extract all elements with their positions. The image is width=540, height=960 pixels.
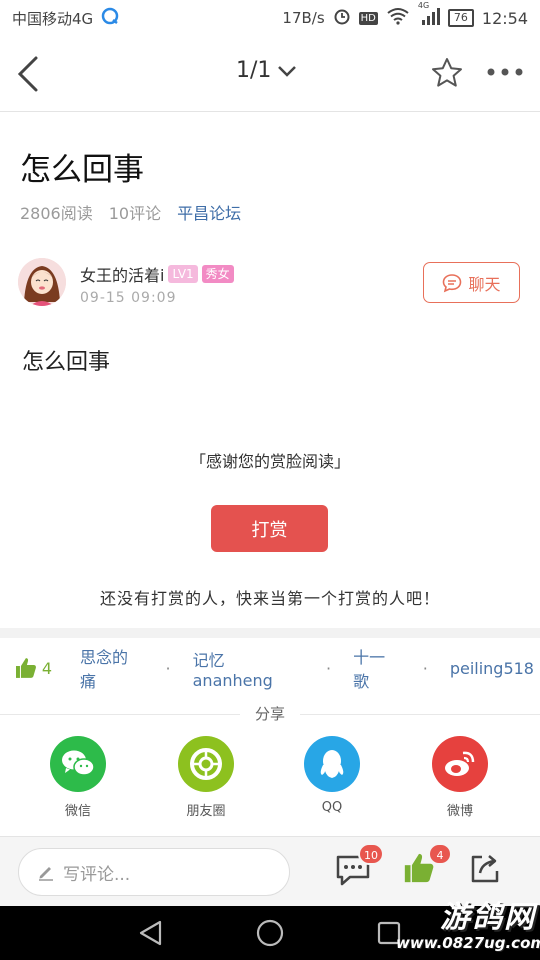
chevron-left-icon xyxy=(17,56,38,92)
circle-home-icon xyxy=(256,919,284,947)
clock: 12:54 xyxy=(481,8,528,28)
network-speed: 17B/s xyxy=(282,9,325,27)
wifi-icon xyxy=(386,7,410,29)
watermark-logo: 游鸽网 www.0827ug.com xyxy=(396,900,540,960)
share-label: 分享 xyxy=(240,703,300,724)
page-indicator: 1/1 xyxy=(236,58,272,83)
separator-dot: · xyxy=(165,658,171,678)
battery-indicator: 76 xyxy=(447,9,474,27)
separator-dot: · xyxy=(422,658,428,678)
like-button[interactable]: 4 xyxy=(402,843,452,891)
status-bar: 中国移动4G 17B/s HD 4G 76 12:54 xyxy=(0,0,540,36)
watermark-url: www.0827ug.com xyxy=(396,934,540,952)
share-moments-label: 朋友圈 xyxy=(186,804,226,819)
avatar[interactable] xyxy=(18,258,66,306)
chat-label: 聊天 xyxy=(468,274,501,294)
like-count-badge: 4 xyxy=(428,843,452,865)
comment-count-badge: 10 xyxy=(358,843,384,865)
comment-bar: 写评论... 10 4 xyxy=(0,836,540,906)
system-home-button[interactable] xyxy=(255,918,285,948)
share-wechat[interactable]: 微信 xyxy=(33,736,123,819)
reward-thanks-text: 「感谢您的赏脸阅读」 xyxy=(189,452,350,471)
comment-placeholder: 写评论... xyxy=(63,864,131,885)
share-icon xyxy=(471,855,499,883)
share-moments[interactable]: 朋友圈 xyxy=(161,736,251,819)
hd-icon: HD xyxy=(358,11,378,25)
section-divider xyxy=(0,628,540,638)
share-wechat-label: 微信 xyxy=(64,804,91,819)
carrier-label: 中国移动4G xyxy=(12,9,94,28)
liker-name[interactable]: peiling518 xyxy=(450,659,534,678)
post-title: 怎么回事 xyxy=(20,152,144,188)
comments-button[interactable]: 10 xyxy=(334,843,384,891)
share-button[interactable] xyxy=(468,851,508,891)
share-qq[interactable]: QQ xyxy=(287,736,377,815)
level-badge: LV1 xyxy=(168,265,198,283)
reward-button[interactable]: 打赏 xyxy=(211,505,328,552)
author-row: 女王的活着i LV1 秀女 09-15 09:09 聊天 xyxy=(18,258,522,312)
more-dots-icon xyxy=(487,68,523,76)
watermark-name: 游鸽网 xyxy=(440,900,536,935)
weibo-icon xyxy=(432,736,488,792)
chat-button[interactable]: 聊天 xyxy=(423,262,520,303)
share-weibo[interactable]: 微博 xyxy=(415,736,505,819)
pencil-icon xyxy=(39,867,53,881)
browser-icon xyxy=(101,7,119,29)
alarm-icon xyxy=(333,7,351,29)
more-button[interactable] xyxy=(486,64,524,80)
forum-link[interactable]: 平昌论坛 xyxy=(177,200,241,224)
liker-name[interactable]: 记忆ananheng xyxy=(193,647,304,690)
post-meta: 2806阅读 10评论 平昌论坛 xyxy=(20,200,241,224)
liker-name[interactable]: 十一歌 xyxy=(353,644,401,692)
title-badge: 秀女 xyxy=(201,265,234,283)
like-count: 4 xyxy=(41,658,52,678)
liker-name[interactable]: 思念的痛 xyxy=(80,644,144,692)
author-name-row: 女王的活着i LV1 秀女 xyxy=(80,262,234,286)
post-body: 怎么回事 xyxy=(22,350,111,375)
favorite-button[interactable] xyxy=(430,56,464,90)
comment-count: 10评论 xyxy=(108,204,162,223)
star-icon xyxy=(432,58,462,87)
back-button[interactable] xyxy=(14,54,46,94)
share-weibo-label: 微博 xyxy=(446,804,473,819)
comment-input[interactable]: 写评论... xyxy=(18,848,290,896)
system-back-button[interactable] xyxy=(136,918,166,948)
likes-row: 4 思念的痛 · 记忆ananheng · 十一歌 · peiling518 xyxy=(14,648,534,691)
chat-bubble-icon xyxy=(443,273,462,292)
reward-empty-text: 还没有打赏的人，快来当第一个打赏的人吧！ xyxy=(99,589,440,608)
share-qq-label: QQ xyxy=(321,800,343,815)
qq-icon xyxy=(304,736,360,792)
signal-icon: 4G xyxy=(418,1,440,29)
triangle-back-icon xyxy=(139,920,162,946)
separator-dot: · xyxy=(325,658,332,678)
wechat-icon xyxy=(50,736,106,792)
top-nav: 1/1 xyxy=(0,36,540,112)
moments-icon xyxy=(178,736,234,792)
author-name[interactable]: 女王的活着i xyxy=(80,262,164,286)
page-selector[interactable]: 1/1 xyxy=(236,58,297,83)
thumbs-up-icon xyxy=(15,658,36,678)
post-time: 09-15 09:09 xyxy=(80,290,177,306)
chevron-down-icon xyxy=(278,65,297,77)
read-count: 2806阅读 xyxy=(20,204,93,223)
